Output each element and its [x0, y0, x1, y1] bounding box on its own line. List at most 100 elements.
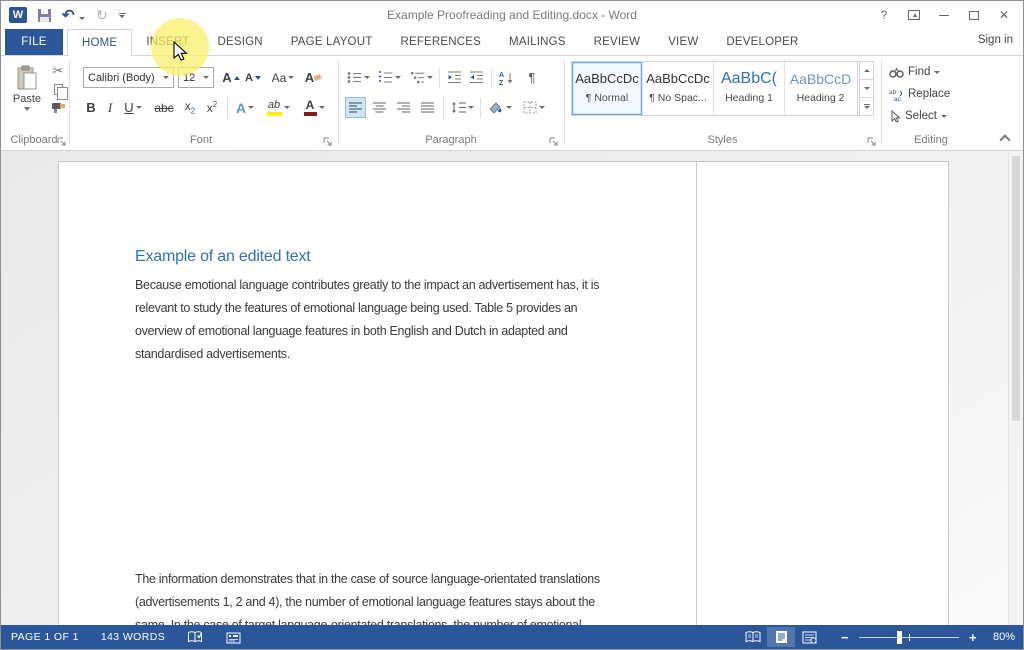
help-button[interactable]: ? — [869, 3, 899, 27]
document-paragraph-1[interactable]: Because emotional language contributes g… — [135, 274, 599, 366]
replace-button[interactable]: abac Replace — [889, 85, 950, 103]
style-normal[interactable]: AaBbCcDc ¶ Normal — [572, 62, 643, 115]
document-heading[interactable]: Example of an edited text — [135, 248, 311, 266]
zoom-level[interactable]: 80% — [981, 631, 1015, 643]
italic-button[interactable]: I — [103, 97, 117, 118]
change-case-button[interactable]: Aa — [269, 67, 297, 88]
tab-view[interactable]: VIEW — [654, 29, 712, 55]
bullets-button[interactable] — [345, 67, 371, 88]
find-button[interactable]: Find — [889, 63, 940, 81]
text-effects-button[interactable]: A — [232, 97, 258, 118]
window-title: Example Proofreading and Editing.docx - … — [201, 1, 823, 29]
ribbon-display-options-button[interactable] — [899, 3, 929, 27]
ribbon-tab-row: FILE HOME INSERT DESIGN PAGE LAYOUT REFE… — [1, 29, 1023, 56]
paste-button[interactable]: Paste — [7, 63, 47, 125]
print-layout-button[interactable] — [767, 627, 795, 647]
zoom-out-button[interactable]: − — [837, 630, 853, 645]
status-bar: PAGE 1 OF 1 143 WORDS − — [1, 625, 1023, 649]
line-spacing-button[interactable] — [448, 97, 476, 118]
web-layout-button[interactable] — [795, 627, 823, 647]
zoom-slider-thumb[interactable] — [897, 631, 902, 644]
borders-button[interactable] — [519, 97, 549, 118]
maximize-button[interactable] — [959, 3, 989, 27]
align-right-icon — [397, 102, 410, 114]
align-center-icon — [373, 102, 386, 114]
word-logo-icon[interactable]: W — [9, 7, 27, 23]
increase-indent-button[interactable] — [466, 67, 486, 88]
cut-button[interactable]: ✂ — [49, 64, 67, 78]
save-icon[interactable] — [38, 9, 51, 22]
text-highlight-button[interactable]: ab — [262, 97, 294, 118]
justify-button[interactable] — [417, 97, 438, 118]
zoom-in-button[interactable]: + — [965, 630, 981, 645]
tab-developer[interactable]: DEVELOPER — [712, 29, 812, 55]
styles-scroll-up-button[interactable] — [859, 61, 874, 80]
paragraph-line: same. In the case of target language-ori… — [135, 614, 600, 625]
vertical-scrollbar[interactable] — [1008, 151, 1022, 625]
select-button[interactable]: Select — [889, 107, 947, 125]
tab-home[interactable]: HOME — [67, 29, 132, 56]
close-button[interactable]: ✕ — [989, 3, 1019, 27]
tab-file[interactable]: FILE — [5, 29, 63, 55]
tab-page-layout[interactable]: PAGE LAYOUT — [277, 29, 387, 55]
decrease-indent-icon — [447, 71, 462, 84]
document-page[interactable]: Example of an edited text Because emotio… — [58, 161, 949, 625]
proofing-status-button[interactable] — [181, 630, 210, 644]
align-left-button[interactable] — [345, 97, 366, 118]
align-center-button[interactable] — [369, 97, 390, 118]
redo-icon[interactable]: ↻ — [96, 7, 108, 24]
clear-formatting-button[interactable]: A — [303, 67, 323, 88]
sort-button[interactable]: AZ — [496, 67, 518, 88]
grow-font-button[interactable]: A — [221, 67, 241, 88]
shading-button[interactable] — [485, 97, 515, 118]
tab-mailings[interactable]: MAILINGS — [495, 29, 580, 55]
print-layout-icon — [775, 630, 788, 644]
tab-design[interactable]: DESIGN — [203, 29, 276, 55]
bold-button[interactable]: B — [83, 97, 99, 118]
sign-in-link[interactable]: Sign in — [978, 34, 1013, 46]
customize-qat-button[interactable] — [119, 13, 126, 18]
font-color-button[interactable]: A — [298, 97, 330, 118]
paste-dropdown-arrow[interactable] — [24, 107, 30, 111]
undo-dropdown-arrow[interactable] — [79, 17, 85, 20]
underline-button[interactable]: U — [120, 97, 146, 118]
multilevel-list-button[interactable] — [407, 67, 435, 88]
shrink-font-button[interactable]: A — [243, 67, 263, 88]
clipboard-dialog-launcher[interactable] — [57, 137, 67, 147]
numbering-button[interactable] — [376, 67, 402, 88]
page-indicator[interactable]: PAGE 1 OF 1 — [5, 631, 85, 643]
collapse-ribbon-button[interactable] — [999, 134, 1010, 145]
scrollbar-thumb[interactable] — [1012, 156, 1020, 421]
show-hide-paragraph-button[interactable]: ¶ — [523, 67, 541, 88]
font-dialog-launcher[interactable] — [323, 137, 333, 147]
format-painter-button[interactable] — [49, 100, 67, 114]
style-sample: AaBbCcD — [790, 71, 851, 87]
undo-button[interactable]: ↶ — [62, 6, 85, 25]
tab-insert[interactable]: INSERT — [132, 29, 203, 55]
strikethrough-button[interactable]: abc — [151, 97, 177, 118]
word-count[interactable]: 143 WORDS — [95, 631, 171, 643]
styles-dialog-launcher[interactable] — [867, 137, 877, 147]
style-no-spacing[interactable]: AaBbCcDc ¶ No Spac... — [643, 62, 714, 115]
decrease-indent-button[interactable] — [444, 67, 464, 88]
copy-button[interactable] — [49, 82, 67, 96]
superscript-button[interactable]: x2 — [202, 97, 222, 118]
align-right-button[interactable] — [393, 97, 414, 118]
minimize-button[interactable] — [929, 3, 959, 27]
tab-references[interactable]: REFERENCES — [386, 29, 495, 55]
zoom-slider[interactable] — [859, 637, 959, 638]
shading-icon — [488, 101, 504, 114]
style-heading-1[interactable]: AaBbC( Heading 1 — [714, 62, 785, 115]
paragraph-dialog-launcher[interactable] — [549, 137, 559, 147]
styles-more-button[interactable] — [859, 98, 874, 116]
font-color-icon: A — [304, 99, 317, 116]
macro-recording-button[interactable] — [220, 631, 247, 644]
styles-scroll-down-button[interactable] — [859, 80, 874, 98]
subscript-button[interactable]: x2 — [180, 97, 200, 118]
read-mode-button[interactable] — [739, 627, 767, 647]
font-size-combo[interactable]: 12 — [178, 67, 214, 88]
tab-review[interactable]: REVIEW — [580, 29, 655, 55]
style-heading-2[interactable]: AaBbCcD Heading 2 — [785, 62, 856, 115]
document-paragraph-2[interactable]: The information demonstrates that in the… — [135, 568, 600, 625]
font-name-combo[interactable]: Calibri (Body) — [83, 67, 174, 88]
